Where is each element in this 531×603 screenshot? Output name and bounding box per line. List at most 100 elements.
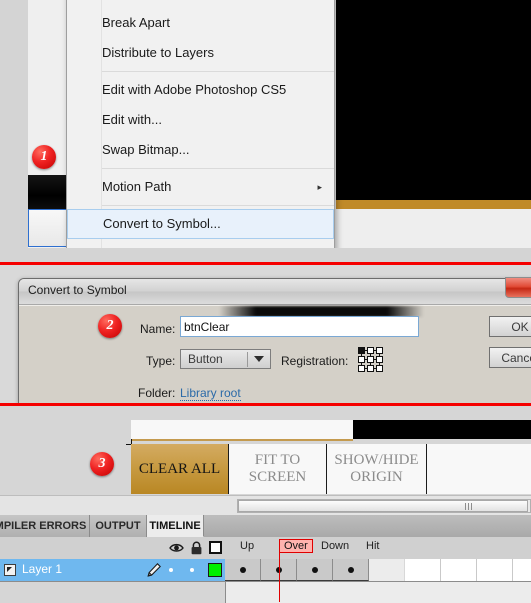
menu-item-swap-bitmap[interactable]: Swap Bitmap...: [67, 135, 334, 165]
folder-label: Folder:: [138, 386, 176, 400]
fit-to-screen-button[interactable]: FIT TO SCREEN: [229, 444, 327, 494]
step-badge-2: 2: [98, 314, 122, 338]
timeline-header-row: Up Over Down Hit: [0, 537, 531, 560]
reg-cell-bottom-right[interactable]: [376, 365, 383, 372]
menu-item-label: Swap Bitmap...: [102, 142, 190, 157]
frame-cell-empty[interactable]: [441, 559, 477, 581]
menu-item-motion-path[interactable]: Motion Path ▸: [67, 172, 334, 202]
tab-timeline[interactable]: TIMELINE: [147, 515, 204, 537]
playhead-marker[interactable]: [279, 551, 280, 602]
menu-item-label: Distribute to Layers: [102, 45, 214, 60]
menu-item-label: Break Apart: [102, 15, 170, 30]
menu-separator: [102, 71, 334, 72]
frame-cell-gap[interactable]: [369, 559, 405, 581]
reg-cell-middle-left[interactable]: [358, 356, 365, 363]
menu-item-label: Convert to Bitmap: [102, 246, 206, 248]
horizontal-scrollbar-thumb[interactable]: [238, 500, 528, 512]
type-select-divider: [247, 352, 248, 367]
step-badge-3: 3: [90, 452, 114, 476]
layer-row-header[interactable]: Layer 1: [0, 559, 225, 582]
menu-item-edit-with-photoshop[interactable]: Edit with Adobe Photoshop CS5: [67, 75, 334, 105]
frame-cell-up[interactable]: [225, 559, 261, 581]
type-select-value: Button: [188, 352, 223, 366]
type-select[interactable]: Button: [180, 349, 271, 369]
dialog-title: Convert to Symbol: [28, 283, 127, 297]
chevron-down-icon: [254, 356, 264, 362]
cancel-button[interactable]: Cancel: [489, 347, 531, 368]
preview-black-bar: [353, 420, 531, 439]
menu-separator: [102, 168, 334, 169]
menu-item-label: Edit with Adobe Photoshop CS5: [102, 82, 287, 97]
stage-plain-button-2[interactable]: [305, 226, 531, 248]
reg-cell-center[interactable]: [367, 356, 374, 363]
timeline-footer-row: [0, 581, 531, 603]
timeline-panel: MPILER ERRORS OUTPUT TIMELINE Up Over Do…: [0, 515, 531, 603]
frame-cell-empty[interactable]: [405, 559, 441, 581]
bitmap-context-menu[interactable]: Break Apart Distribute to Layers Edit wi…: [66, 0, 335, 248]
step-badge-1: 1: [32, 145, 56, 169]
frame-cell-empty[interactable]: [513, 559, 531, 581]
frame-cell-down[interactable]: [297, 559, 333, 581]
layer-lock-dot[interactable]: [190, 568, 194, 572]
menu-item-label: Convert to Symbol...: [103, 216, 221, 231]
ok-button[interactable]: OK: [489, 316, 531, 337]
button-preview-section: CLEAR ALL FIT TO SCREEN SHOW/HIDE ORIGIN: [0, 406, 531, 494]
menu-item-break-apart[interactable]: Break Apart: [67, 8, 334, 38]
reg-cell-middle-right[interactable]: [376, 356, 383, 363]
preview-button-strip: CLEAR ALL FIT TO SCREEN SHOW/HIDE ORIGIN: [131, 444, 531, 494]
preview-white-bar: [131, 420, 353, 441]
menu-item-distribute-to-layers[interactable]: Distribute to Layers: [67, 38, 334, 68]
scrollbar-row: [0, 495, 531, 516]
frame-label-down[interactable]: Down: [321, 540, 349, 552]
registration-point-grid[interactable]: [358, 347, 384, 373]
name-field-label: Name:: [140, 322, 176, 336]
tab-output[interactable]: OUTPUT: [90, 515, 147, 537]
reg-cell-bottom-left[interactable]: [358, 365, 365, 372]
frame-label-over[interactable]: Over: [279, 539, 313, 553]
registration-label: Registration:: [281, 354, 349, 368]
reg-cell-top-left[interactable]: [358, 347, 365, 354]
menu-item-edit-with[interactable]: Edit with...: [67, 105, 334, 135]
eye-icon[interactable]: [169, 541, 184, 559]
stage-black-region: [336, 0, 531, 200]
close-icon[interactable]: [505, 277, 531, 298]
stage-gold-strip: [336, 200, 531, 209]
timeline-frames: [225, 559, 531, 581]
timeline-layer-row: Layer 1: [0, 559, 531, 582]
reg-cell-top-right[interactable]: [376, 347, 383, 354]
menu-separator: [102, 205, 334, 206]
timeline-footer-left: [0, 582, 226, 603]
outline-square-icon[interactable]: [209, 541, 222, 554]
reg-cell-top-center[interactable]: [367, 347, 374, 354]
convert-to-symbol-dialog: Convert to Symbol: [18, 277, 531, 405]
dialog-titlebar[interactable]: Convert to Symbol: [19, 277, 531, 305]
show-hide-origin-button[interactable]: SHOW/HIDE ORIGIN: [327, 444, 427, 494]
pencil-icon[interactable]: [146, 562, 162, 583]
folder-link[interactable]: Library root: [180, 386, 241, 401]
panel-tab-bar: MPILER ERRORS OUTPUT TIMELINE: [0, 515, 531, 538]
stage-left-strip: [0, 0, 28, 248]
tab-compiler-errors[interactable]: MPILER ERRORS: [0, 515, 90, 537]
name-input[interactable]: [180, 316, 419, 337]
frame-cell-empty[interactable]: [477, 559, 513, 581]
menu-item-convert-to-bitmap[interactable]: Convert to Bitmap: [67, 239, 334, 248]
frame-cell-hit[interactable]: [333, 559, 369, 581]
lock-icon[interactable]: [190, 541, 203, 560]
layer-visibility-dot[interactable]: [169, 568, 173, 572]
type-field-label: Type:: [146, 354, 176, 368]
layer-outline-color-swatch[interactable]: [208, 563, 222, 577]
grip-icon: [465, 503, 474, 510]
frame-label-hit[interactable]: Hit: [366, 540, 379, 552]
layer-expand-icon[interactable]: [4, 564, 16, 576]
layer-name-label: Layer 1: [22, 562, 63, 576]
menu-item-convert-to-symbol[interactable]: Convert to Symbol...: [67, 209, 334, 239]
preview-empty-button[interactable]: [427, 444, 531, 494]
frame-label-up[interactable]: Up: [240, 540, 254, 552]
menu-item-label: Edit with...: [102, 112, 162, 127]
chevron-right-icon: ▸: [317, 182, 322, 192]
clear-all-button[interactable]: CLEAR ALL: [131, 444, 229, 494]
stage-area: 1 Break Apart Distribute to Layers Edit …: [0, 0, 531, 248]
reg-cell-bottom-center[interactable]: [367, 365, 374, 372]
stage-bottom-bar: [0, 248, 531, 262]
menu-item-label: Motion Path: [102, 179, 172, 194]
